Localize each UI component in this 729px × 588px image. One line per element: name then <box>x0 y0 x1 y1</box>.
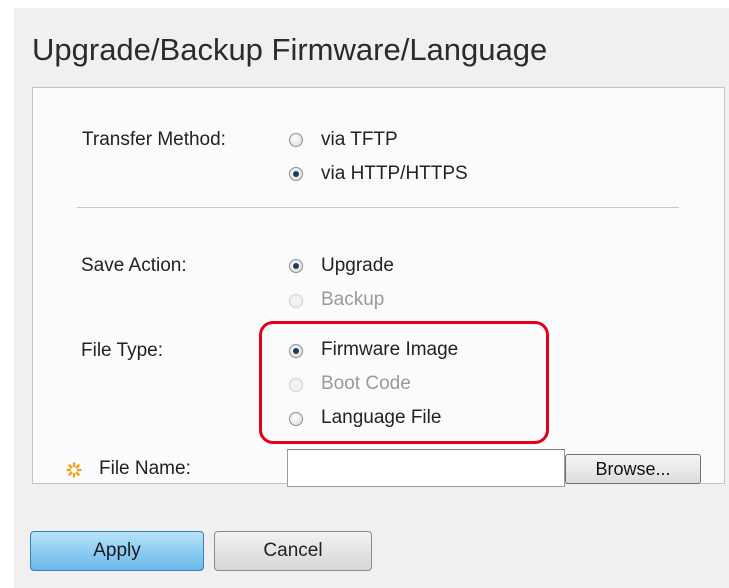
file-name-input[interactable] <box>287 449 565 487</box>
file-type-label: File Type: <box>81 340 164 361</box>
page-title: Upgrade/Backup Firmware/Language <box>32 32 548 67</box>
file-type-highlight-box <box>259 321 549 444</box>
apply-button[interactable]: Apply <box>30 531 204 571</box>
radio-backup-label: Backup <box>321 289 385 310</box>
radio-via-tftp[interactable] <box>289 133 303 147</box>
browse-button[interactable]: Browse... <box>565 454 701 484</box>
radio-via-http-https[interactable] <box>289 167 303 181</box>
radio-via-tftp-label[interactable]: via TFTP <box>321 129 398 151</box>
required-asterisk-icon <box>66 462 82 478</box>
file-name-label: File Name: <box>99 458 191 479</box>
radio-via-http-https-label[interactable]: via HTTP/HTTPS <box>321 163 468 185</box>
cancel-button[interactable]: Cancel <box>214 531 372 571</box>
page-container: Upgrade/Backup Firmware/Language Transfe… <box>14 8 729 588</box>
section-divider <box>77 207 679 208</box>
transfer-method-label: Transfer Method: <box>82 129 226 150</box>
radio-upgrade[interactable] <box>289 259 303 273</box>
radio-upgrade-label[interactable]: Upgrade <box>321 255 394 277</box>
save-action-label: Save Action: <box>81 255 187 276</box>
radio-backup <box>289 294 303 308</box>
